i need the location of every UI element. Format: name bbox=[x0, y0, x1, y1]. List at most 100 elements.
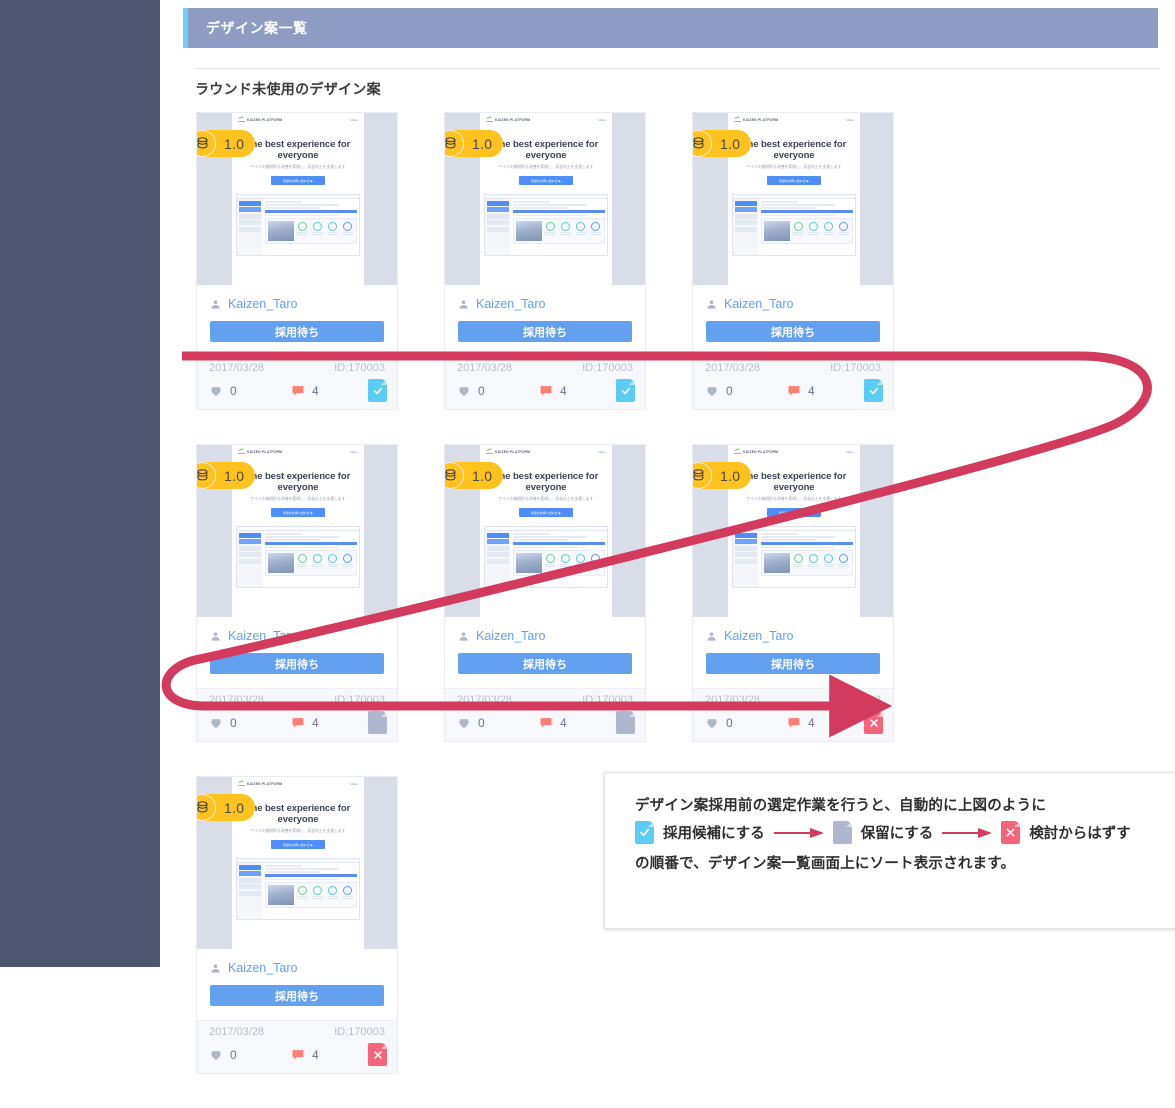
comment-stat[interactable]: 4 bbox=[291, 384, 368, 398]
design-card[interactable]: KAIZEN PLATFORM Menu The best experience f… bbox=[692, 444, 894, 742]
comment-stat[interactable]: 4 bbox=[539, 716, 616, 730]
thumb-dashboard-image bbox=[236, 858, 360, 921]
comment-icon bbox=[292, 1049, 304, 1060]
like-stat[interactable]: 0 bbox=[705, 716, 787, 730]
card-date: 2017/03/28 bbox=[209, 694, 265, 706]
design-thumbnail[interactable]: KAIZEN PLATFORM Menu The best experience f… bbox=[197, 777, 397, 949]
heart-icon bbox=[459, 718, 469, 728]
thumb-metric bbox=[311, 553, 323, 568]
design-card[interactable]: KAIZEN PLATFORM Menu The best experience f… bbox=[692, 112, 894, 410]
like-stat[interactable]: 0 bbox=[705, 384, 787, 398]
card-id: ID:170003 bbox=[334, 362, 385, 374]
design-card-slot: KAIZEN PLATFORM Menu The best experience f… bbox=[692, 112, 940, 410]
design-card[interactable]: KAIZEN PLATFORM Menu The best experience f… bbox=[444, 444, 646, 742]
design-thumbnail[interactable]: KAIZEN PLATFORM Menu The best experience f… bbox=[197, 445, 397, 617]
status-badge-hold[interactable] bbox=[616, 711, 635, 734]
design-thumbnail[interactable]: KAIZEN PLATFORM Menu The best experience f… bbox=[693, 445, 893, 617]
comment-stat[interactable]: 4 bbox=[539, 384, 616, 398]
card-user-row[interactable]: Kaizen_Taro bbox=[210, 629, 384, 643]
design-thumbnail[interactable]: KAIZEN PLATFORM Menu The best experience f… bbox=[445, 113, 645, 285]
thumb-metric bbox=[311, 221, 323, 236]
status-button[interactable]: 採用待ち bbox=[210, 985, 384, 1006]
thumb-metric bbox=[296, 553, 308, 568]
comment-stat[interactable]: 4 bbox=[291, 1048, 368, 1062]
thumb-cta-button: 利用のお問い合わせ ▶ bbox=[767, 508, 821, 518]
card-id: ID:170003 bbox=[582, 362, 633, 374]
comment-stat[interactable]: 4 bbox=[787, 716, 864, 730]
like-stat[interactable]: 0 bbox=[209, 1048, 291, 1062]
card-date: 2017/03/28 bbox=[209, 362, 265, 374]
thumb-metric bbox=[792, 221, 804, 236]
section-divider bbox=[195, 68, 1160, 69]
design-card[interactable]: KAIZEN PLATFORM Menu The best experience f… bbox=[196, 112, 398, 410]
status-badge-rejected[interactable] bbox=[864, 711, 883, 734]
caption-line-1: デザイン案採用前の選定作業を行うと、自動的に上図のように bbox=[635, 798, 1047, 814]
card-user-name: Kaizen_Taro bbox=[724, 297, 794, 311]
design-card-slot: KAIZEN PLATFORM Menu The best experience f… bbox=[196, 112, 444, 410]
thumb-metric bbox=[559, 553, 571, 568]
like-stat[interactable]: 0 bbox=[209, 384, 291, 398]
design-thumbnail[interactable]: KAIZEN PLATFORM Menu The best experience f… bbox=[445, 445, 645, 617]
thumb-metric bbox=[327, 885, 339, 900]
card-meta: Kaizen_Taro 採用待ち bbox=[197, 949, 397, 1020]
card-footer: 2017/03/28 ID:170003 0 4 bbox=[197, 1020, 397, 1073]
card-footer: 2017/03/28 ID:170003 0 4 bbox=[445, 356, 645, 409]
status-button[interactable]: 採用待ち bbox=[210, 653, 384, 674]
thumb-metric bbox=[327, 221, 339, 236]
status-button[interactable]: 採用待ち bbox=[458, 653, 632, 674]
like-stat[interactable]: 0 bbox=[457, 384, 539, 398]
thumb-nav: KAIZEN PLATFORM Menu bbox=[728, 445, 860, 458]
status-badge-hold[interactable] bbox=[368, 711, 387, 734]
thumb-metric bbox=[544, 553, 556, 568]
status-badge-candidate[interactable] bbox=[368, 379, 387, 402]
version-number: 1.0 bbox=[720, 135, 741, 152]
thumb-dashboard-image bbox=[732, 194, 856, 257]
card-footer: 2017/03/28 ID:170003 0 4 bbox=[445, 688, 645, 741]
design-card[interactable]: KAIZEN PLATFORM Menu The best experience f… bbox=[196, 444, 398, 742]
heart-icon bbox=[211, 386, 221, 396]
card-id: ID:170003 bbox=[582, 694, 633, 706]
comment-stat[interactable]: 4 bbox=[787, 384, 864, 398]
thumb-metric bbox=[807, 553, 819, 568]
status-button[interactable]: 採用待ち bbox=[706, 321, 880, 342]
kaizen-logo-icon: KAIZEN PLATFORM bbox=[238, 117, 282, 122]
design-card[interactable]: KAIZEN PLATFORM Menu The best experience f… bbox=[196, 776, 398, 1074]
user-icon bbox=[459, 299, 468, 309]
card-user-row[interactable]: Kaizen_Taro bbox=[458, 629, 632, 643]
hold-badge-icon bbox=[832, 821, 852, 844]
caption-line-3: の順番で、デザイン案一覧画面上にソート表示されます。 bbox=[635, 856, 1016, 872]
like-stat[interactable]: 0 bbox=[457, 716, 539, 730]
card-user-row[interactable]: Kaizen_Taro bbox=[210, 961, 384, 975]
card-id: ID:170003 bbox=[334, 1026, 385, 1038]
like-stat[interactable]: 0 bbox=[209, 716, 291, 730]
status-badge-candidate[interactable] bbox=[616, 379, 635, 402]
design-thumbnail[interactable]: KAIZEN PLATFORM Menu The best experience f… bbox=[197, 113, 397, 285]
design-card[interactable]: KAIZEN PLATFORM Menu The best experience f… bbox=[444, 112, 646, 410]
thumb-metric bbox=[792, 553, 804, 568]
status-button[interactable]: 採用待ち bbox=[458, 321, 632, 342]
comment-stat[interactable]: 4 bbox=[291, 716, 368, 730]
heart-icon bbox=[707, 386, 717, 396]
status-badge-rejected[interactable] bbox=[368, 1043, 387, 1066]
thumb-menu-label: Menu bbox=[598, 449, 606, 454]
status-badge-candidate[interactable] bbox=[864, 379, 883, 402]
thumb-nav: KAIZEN PLATFORM Menu bbox=[728, 113, 860, 126]
layers-icon bbox=[693, 130, 712, 157]
version-number: 1.0 bbox=[224, 467, 245, 484]
card-user-row[interactable]: Kaizen_Taro bbox=[458, 297, 632, 311]
card-date: 2017/03/28 bbox=[705, 362, 761, 374]
version-number: 1.0 bbox=[472, 467, 493, 484]
user-icon bbox=[211, 963, 220, 973]
user-icon bbox=[707, 299, 716, 309]
thumb-metric bbox=[544, 221, 556, 236]
comment-icon bbox=[292, 385, 304, 396]
design-thumbnail[interactable]: KAIZEN PLATFORM Menu The best experience f… bbox=[693, 113, 893, 285]
status-button[interactable]: 採用待ち bbox=[210, 321, 384, 342]
legend-arrow-icon-2 bbox=[942, 827, 993, 838]
card-user-row[interactable]: Kaizen_Taro bbox=[706, 629, 880, 643]
like-count: 0 bbox=[478, 383, 485, 398]
card-user-row[interactable]: Kaizen_Taro bbox=[210, 297, 384, 311]
status-button[interactable]: 採用待ち bbox=[706, 653, 880, 674]
card-user-row[interactable]: Kaizen_Taro bbox=[706, 297, 880, 311]
design-card-grid: KAIZEN PLATFORM Menu The best experience f… bbox=[196, 112, 1175, 1108]
